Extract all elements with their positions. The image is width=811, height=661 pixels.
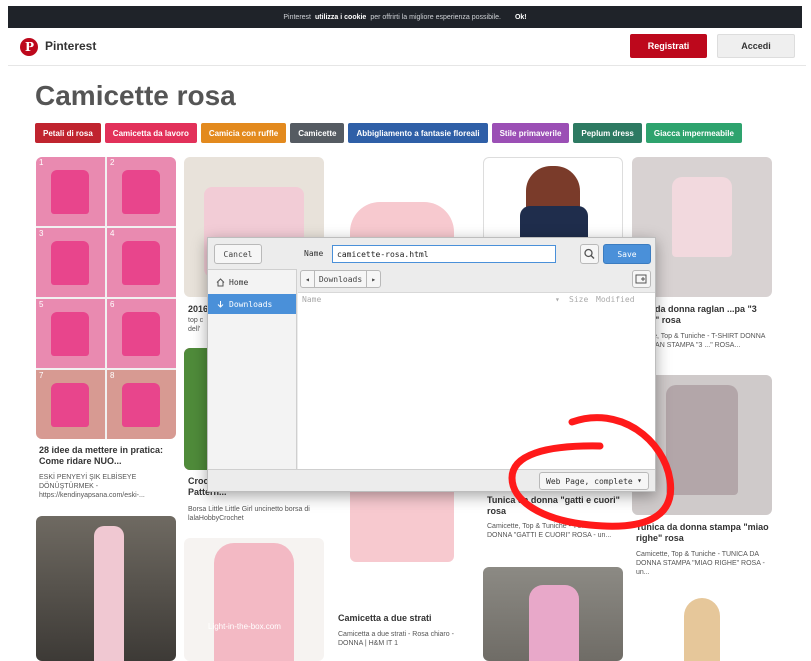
sort-arrow-icon: ▾ — [555, 295, 560, 304]
step-number: 3 — [39, 229, 44, 238]
home-icon — [216, 277, 225, 286]
cookie-ok-button[interactable]: Ok! — [515, 14, 527, 21]
pin-title[interactable]: 28 idee da mettere in pratica: Come rida… — [39, 445, 173, 467]
cancel-button[interactable]: Cancel — [214, 244, 262, 264]
tag-stile-primaverile[interactable]: Stile primaverile — [491, 123, 570, 143]
filename-value: camicette-rosa.html — [337, 249, 429, 259]
page-title: Camicette rosa — [35, 80, 236, 111]
cookie-text-post: per offrirti la migliore esperienza poss… — [370, 13, 501, 21]
column-header-size[interactable]: Size — [569, 295, 588, 304]
pin-title[interactable]: ...irt da donna raglan ...pa "3 gatti" r… — [636, 304, 770, 326]
pin-image-street-style[interactable] — [483, 567, 623, 661]
cookie-text-bold[interactable]: utilizza i cookie — [315, 14, 366, 21]
sidebar-item-label: Home — [229, 277, 249, 287]
sidebar-item-home[interactable]: Home — [208, 272, 296, 292]
new-folder-icon — [635, 274, 647, 284]
pin-title[interactable]: Camicetta a due strati — [338, 613, 472, 624]
cookie-banner: Pinterest utilizza i cookie per offrirti… — [8, 6, 802, 28]
dropdown-arrow-icon: ▾ — [637, 476, 642, 485]
column-header-name[interactable]: Name — [302, 295, 321, 304]
tag-camicette[interactable]: Camicette — [290, 123, 345, 143]
pin-image-runway[interactable] — [36, 516, 176, 661]
tag-abbigliamento-fantasie-floreali[interactable]: Abbigliamento a fantasie floreali — [348, 123, 488, 143]
pin-description: Camicette, Top & Tuniche - TUNICA DA DON… — [487, 523, 612, 539]
login-button[interactable]: Accedi — [717, 34, 795, 58]
path-back-arrow-icon[interactable]: ◂ — [301, 271, 314, 287]
create-folder-button[interactable] — [632, 270, 651, 288]
file-type-select[interactable]: Web Page, complete ▾ — [539, 472, 649, 490]
pin-description: Borsa Little Little Girl uncinetto borsa… — [188, 506, 310, 522]
tag-peplum-dress[interactable]: Peplum dress — [573, 123, 642, 143]
name-label: Name — [304, 249, 324, 258]
places-sidebar: Home Downloads — [208, 269, 297, 469]
pin-image-model-blonde[interactable] — [632, 586, 772, 661]
watermark: Light-in-the-box.com — [208, 622, 281, 631]
download-icon — [217, 300, 224, 308]
sidebar-item-downloads[interactable]: Downloads — [208, 294, 296, 314]
sidebar-item-label: Downloads — [229, 299, 273, 309]
site-header: Pinterest Registrati Accedi — [8, 28, 806, 66]
tag-petali-di-rosa[interactable]: Petali di rosa — [35, 123, 101, 143]
register-button[interactable]: Registrati — [630, 34, 707, 58]
path-bar: ◂ Downloads ▸ — [300, 270, 382, 288]
step-number: 6 — [110, 300, 115, 309]
pin-image-tutorial-grid[interactable]: 1 2 3 4 5 6 7 8 — [36, 157, 176, 439]
column-header-modified[interactable]: Modified — [596, 295, 635, 304]
pin-description: dell' — [188, 326, 201, 333]
pin-title[interactable]: 2016 — [188, 304, 208, 315]
step-number: 4 — [110, 229, 115, 238]
step-number: 2 — [110, 158, 115, 167]
pin-title[interactable]: Tunica da donna stampa "miao righe" rosa — [636, 522, 770, 544]
search-icon — [584, 248, 595, 259]
cookie-text-pre: Pinterest — [283, 13, 311, 21]
file-type-value: Web Page, complete — [546, 476, 633, 486]
tag-camicetta-da-lavoro[interactable]: Camicetta da lavoro — [104, 123, 197, 143]
pin-description: Camicetta a due strati - Rosa chiaro - D… — [338, 631, 454, 647]
filename-input[interactable]: camicette-rosa.html — [332, 245, 556, 263]
save-file-dialog: Cancel Name camicette-rosa.html Save Hom… — [207, 237, 656, 492]
pinterest-logo-icon[interactable] — [20, 38, 38, 56]
step-number: 7 — [39, 371, 44, 380]
search-button[interactable] — [580, 244, 599, 264]
step-number: 5 — [39, 300, 44, 309]
step-number: 8 — [110, 371, 115, 380]
pin-description: ESKİ PENYEYİ ŞIK ELBİSEYE DÖNÜŞTÜRMEK - … — [39, 474, 145, 499]
file-list[interactable]: Name ▾ Size Modified — [298, 292, 655, 469]
pin-image-lace-blouse[interactable]: Light-in-the-box.com — [184, 538, 324, 661]
dialog-footer: Web Page, complete ▾ — [208, 469, 655, 491]
brand-name[interactable]: Pinterest — [45, 39, 96, 53]
pin-description: Camicette, Top & Tuniche - TUNICA DA DON… — [636, 551, 765, 576]
save-button[interactable]: Save — [603, 244, 651, 264]
related-tags: Petali di rosa Camicetta da lavoro Camic… — [35, 123, 742, 143]
tag-giacca-impermeabile[interactable]: Giacca impermeabile — [645, 123, 742, 143]
step-number: 1 — [39, 158, 44, 167]
pin-description: ...cette, Top & Tuniche - T-SHIRT DONNA … — [636, 333, 766, 349]
pin-description: top c — [188, 317, 204, 324]
path-segment-downloads[interactable]: Downloads — [313, 271, 366, 287]
path-forward-arrow-icon[interactable]: ▸ — [366, 271, 380, 287]
pin-title[interactable]: Tunica da donna "gatti e cuori" rosa — [487, 495, 621, 517]
tag-camicia-con-ruffle[interactable]: Camicia con ruffle — [200, 123, 287, 143]
